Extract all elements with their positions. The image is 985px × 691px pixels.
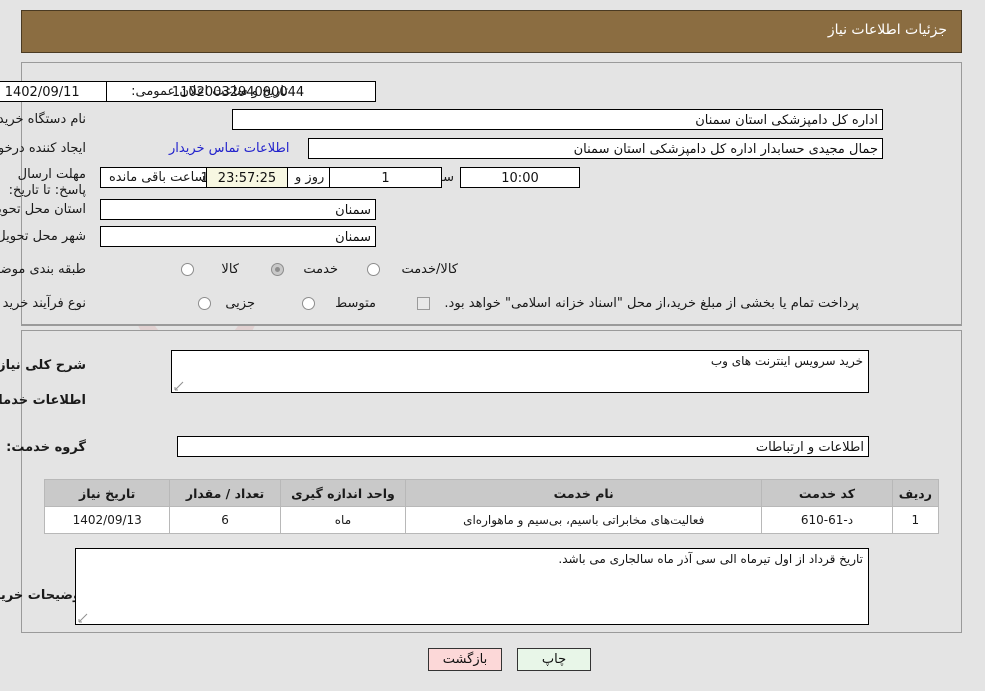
treasury-note-label: پرداخت تمام یا بخشی از مبلغ خرید،از محل … xyxy=(445,296,860,311)
category-radio-kala[interactable] xyxy=(182,263,195,276)
back-button[interactable]: بازگشت xyxy=(429,648,503,671)
buyer-org-field[interactable]: اداره کل دامپزشکی استان سمنان xyxy=(233,109,884,130)
service-group-label: گروه خدمت: xyxy=(7,440,87,455)
general-desc-value: خرید سرویس اینترنت های وب xyxy=(711,354,864,368)
cell-name: فعالیت‌های مخابراتی باسیم، بی‌سیم و ماهو… xyxy=(406,506,764,534)
buyer-notes-textarea[interactable]: تاریخ قرداد از اول تیرماه الی سی آذر ماه… xyxy=(76,548,870,625)
cell-qty: 6 xyxy=(170,506,282,534)
countdown-field: 23:57:25 xyxy=(207,167,289,188)
service-group-field[interactable]: اطلاعات و ارتباطات xyxy=(178,436,870,457)
buyer-contact-link[interactable]: اطلاعات تماس خریدار xyxy=(170,141,290,156)
deadline-days-field: 1 xyxy=(330,167,443,188)
buyer-notes-value: تاریخ قرداد از اول تیرماه الی سی آذر ماه… xyxy=(559,552,864,566)
general-desc-textarea[interactable]: خرید سرویس اینترنت های وب xyxy=(172,350,870,393)
table-header-row: ردیف کد خدمت نام خدمت واحد اندازه گیری ت… xyxy=(44,479,941,507)
cell-code: د-61-610 xyxy=(762,506,894,534)
category-label: طبقه بندی موضوعی: xyxy=(0,262,87,277)
general-desc-label: شرح کلی نیاز: xyxy=(0,358,87,373)
buyer-notes-label: توضیحات خریدار: xyxy=(0,588,87,603)
deadline-days-label: روز و xyxy=(296,170,326,185)
city-field[interactable]: سمنان xyxy=(101,226,377,247)
cell-unit: ماه xyxy=(280,506,408,534)
category-radio-khedmat[interactable] xyxy=(272,263,285,276)
category-option-label-khedmat: خدمت xyxy=(304,262,339,277)
requester-label: ایجاد کننده درخواست: xyxy=(0,141,87,156)
city-label: شهر محل تحویل: xyxy=(0,229,87,244)
col-name: نام خدمت xyxy=(406,479,764,507)
cell-date: 1402/09/13 xyxy=(44,506,172,534)
countdown-label: ساعت باقی مانده xyxy=(110,170,207,185)
cell-radif: 1 xyxy=(892,506,941,534)
public-announce-field: 09:44 - 1402/09/11 xyxy=(0,81,108,102)
services-table: ردیف کد خدمت نام خدمت واحد اندازه گیری ت… xyxy=(44,479,941,534)
deadline-label: مهلت ارسال پاسخ: تا تاریخ: xyxy=(9,167,87,198)
requester-field[interactable]: جمال مجیدی حسابدار اداره کل دامپزشکی است… xyxy=(309,138,884,159)
province-label: استان محل تحویل: xyxy=(0,202,87,217)
public-announce-label: تاریخ و ساعت اعلان عمومی: xyxy=(132,84,289,99)
page-header: جزئیات اطلاعات نیاز xyxy=(22,10,963,53)
resize-grip-icon[interactable] xyxy=(175,381,185,391)
buyer-org-label: نام دستگاه خریدار: xyxy=(0,112,87,127)
print-button[interactable]: چاپ xyxy=(518,648,592,671)
page-title: جزئیات اطلاعات نیاز xyxy=(828,22,948,38)
services-heading: اطلاعات خدمات مورد نیاز xyxy=(0,393,87,408)
process-type-label: نوع فرآیند خرید : xyxy=(0,296,87,311)
resize-grip-icon[interactable] xyxy=(79,613,89,623)
category-option-label-kala-khedmat: کالا/خدمت xyxy=(402,262,459,277)
category-option-label-kala: کالا xyxy=(222,262,240,277)
category-radio-kala-khedmat[interactable] xyxy=(368,263,381,276)
province-field[interactable]: سمنان xyxy=(101,199,377,220)
section-divider xyxy=(22,325,963,326)
col-unit: واحد اندازه گیری xyxy=(280,479,408,507)
col-qty: تعداد / مقدار xyxy=(170,479,282,507)
col-code: کد خدمت xyxy=(762,479,894,507)
table-row: 1 د-61-610 فعالیت‌های مخابراتی باسیم، بی… xyxy=(44,506,941,534)
col-radif: ردیف xyxy=(892,479,941,507)
deadline-hour-field[interactable]: 10:00 xyxy=(461,167,581,188)
col-date: تاریخ نیاز xyxy=(44,479,172,507)
